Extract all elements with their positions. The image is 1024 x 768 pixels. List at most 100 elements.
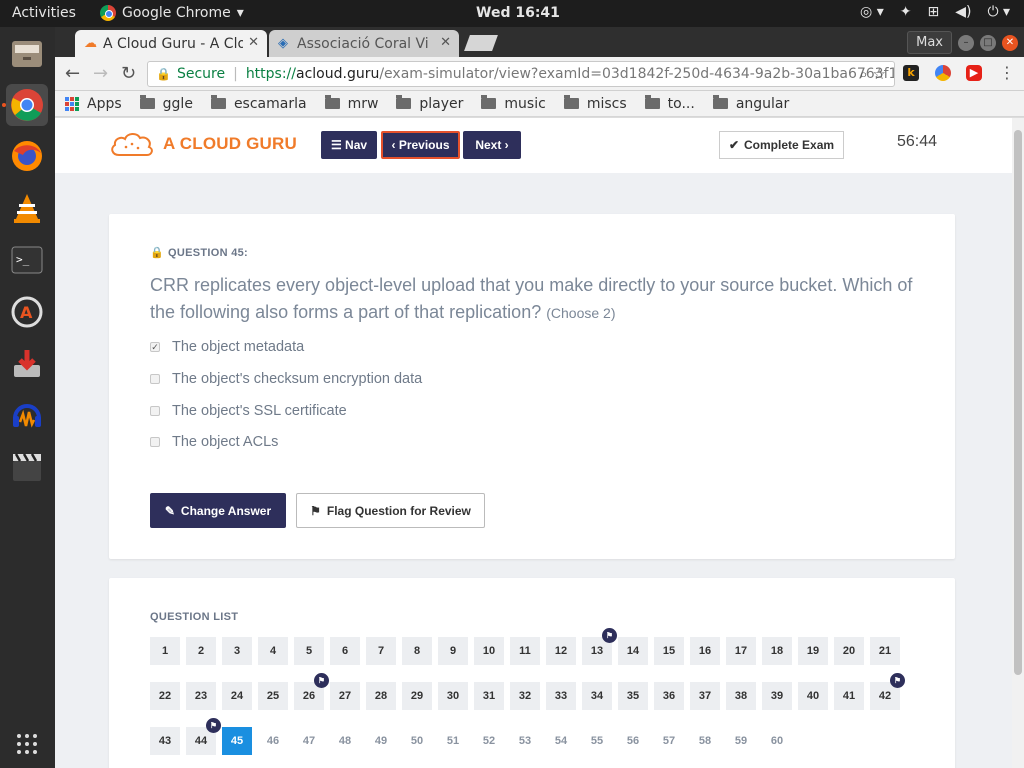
checkbox[interactable] xyxy=(150,406,160,416)
question-number-20[interactable]: 20 xyxy=(834,637,864,665)
software-updater-icon[interactable]: A xyxy=(6,291,48,333)
checkbox-checked[interactable]: ✓ xyxy=(150,342,160,352)
terminal-icon[interactable]: >_ xyxy=(6,239,48,281)
checkbox[interactable] xyxy=(150,437,160,447)
question-number-51[interactable]: 51 xyxy=(438,727,468,755)
firefox-icon[interactable] xyxy=(6,135,48,177)
close-tab-icon[interactable]: ✕ xyxy=(248,35,259,50)
question-number-3[interactable]: 3 xyxy=(222,637,252,665)
audacity-icon[interactable] xyxy=(6,394,48,436)
menu-dots-icon[interactable]: ⋮ xyxy=(999,63,1015,82)
vlc-icon[interactable] xyxy=(6,187,48,229)
download-manager-icon[interactable] xyxy=(6,343,48,385)
scrollbar-thumb[interactable] xyxy=(1014,130,1022,675)
question-number-50[interactable]: 50 xyxy=(402,727,432,755)
files-icon[interactable] xyxy=(6,33,48,75)
question-number-39[interactable]: 39 xyxy=(762,682,792,710)
question-number-40[interactable]: 40 xyxy=(798,682,828,710)
question-number-2[interactable]: 2 xyxy=(186,637,216,665)
back-arrow-icon[interactable]: ← xyxy=(65,63,80,84)
next-button[interactable]: Next › xyxy=(463,131,521,159)
extension-color-icon[interactable] xyxy=(935,65,951,81)
question-number-13[interactable]: 13 ⚑ xyxy=(582,628,617,665)
question-number-27[interactable]: 27 xyxy=(330,682,360,710)
chrome-dock-icon[interactable] xyxy=(6,84,48,126)
question-number-1[interactable]: 1 xyxy=(150,637,180,665)
question-number-58[interactable]: 58 xyxy=(690,727,720,755)
tab-coral[interactable]: ◈ Associació Coral Vi ✕ xyxy=(269,30,459,57)
question-number-46[interactable]: 46 xyxy=(258,727,288,755)
question-number-45[interactable]: 45 xyxy=(222,727,252,755)
question-number-52[interactable]: 52 xyxy=(474,727,504,755)
bookmark-folder[interactable]: music xyxy=(481,95,546,112)
question-number-34[interactable]: 34 xyxy=(582,682,612,710)
question-number-24[interactable]: 24 xyxy=(222,682,252,710)
activities-button[interactable]: Activities xyxy=(12,5,76,21)
question-number-14[interactable]: 14 xyxy=(618,637,648,665)
maximize-icon[interactable]: □ xyxy=(980,34,996,51)
app-menu[interactable]: Google Chrome ▾ xyxy=(100,5,244,21)
question-number-41[interactable]: 41 xyxy=(834,682,864,710)
page-scrollbar[interactable] xyxy=(1012,118,1024,768)
bookmark-folder[interactable]: mrw xyxy=(324,95,378,112)
bookmark-folder[interactable]: escamarla xyxy=(210,95,307,112)
question-number-60[interactable]: 60 xyxy=(762,727,792,755)
bookmark-folder[interactable]: miscs xyxy=(563,95,627,112)
zoom-star-icons[interactable]: ⌕ ☆ xyxy=(859,65,886,83)
network-icon[interactable]: ⊞ xyxy=(927,4,939,20)
bookmark-folder[interactable]: to... xyxy=(644,95,695,112)
address-bar[interactable]: 🔒 Secure | https:// acloud.guru /exam-si… xyxy=(147,61,895,87)
profile-label[interactable]: Max xyxy=(907,31,952,54)
change-answer-button[interactable]: ✎ Change Answer xyxy=(150,493,286,528)
question-number-17[interactable]: 17 xyxy=(726,637,756,665)
forward-arrow-icon[interactable]: → xyxy=(93,63,108,84)
question-number-15[interactable]: 15 xyxy=(654,637,684,665)
minimize-icon[interactable]: – xyxy=(958,34,974,51)
question-number-26[interactable]: 26 ⚑ xyxy=(294,673,329,710)
question-number-43[interactable]: 43 xyxy=(150,727,180,755)
question-number-5[interactable]: 5 xyxy=(294,637,324,665)
answer-option[interactable]: The object's SSL certificate xyxy=(150,403,347,419)
answer-option[interactable]: ✓ The object metadata xyxy=(150,339,304,355)
question-number-37[interactable]: 37 xyxy=(690,682,720,710)
bookmark-apps[interactable]: Apps xyxy=(65,96,122,112)
system-tray[interactable]: ◎ ▾ ✦ ⊞ ◀) ⏻ ▾ xyxy=(860,4,1010,20)
clock[interactable]: Wed 16:41 xyxy=(476,5,560,21)
question-number-35[interactable]: 35 xyxy=(618,682,648,710)
question-number-16[interactable]: 16 xyxy=(690,637,720,665)
question-number-21[interactable]: 21 xyxy=(870,637,900,665)
question-number-33[interactable]: 33 xyxy=(546,682,576,710)
answer-option[interactable]: The object ACLs xyxy=(150,434,278,450)
question-number-31[interactable]: 31 xyxy=(474,682,504,710)
question-number-56[interactable]: 56 xyxy=(618,727,648,755)
logo[interactable]: A CLOUD GURU xyxy=(109,131,297,157)
previous-button[interactable]: ‹ Previous xyxy=(381,131,460,159)
question-number-19[interactable]: 19 xyxy=(798,637,828,665)
question-number-57[interactable]: 57 xyxy=(654,727,684,755)
question-number-11[interactable]: 11 xyxy=(510,637,540,665)
question-number-55[interactable]: 55 xyxy=(582,727,612,755)
nav-button[interactable]: ☰ Nav xyxy=(321,131,377,159)
bookmark-folder[interactable]: player xyxy=(396,95,463,112)
question-number-10[interactable]: 10 xyxy=(474,637,504,665)
new-tab-button[interactable] xyxy=(464,35,498,51)
question-number-9[interactable]: 9 xyxy=(438,637,468,665)
question-number-23[interactable]: 23 xyxy=(186,682,216,710)
close-window-icon[interactable]: ✕ xyxy=(1002,34,1018,51)
question-number-18[interactable]: 18 xyxy=(762,637,792,665)
flag-question-button[interactable]: ⚑ Flag Question for Review xyxy=(296,493,485,528)
extension-youtube-icon[interactable]: ▶ xyxy=(966,65,982,81)
answer-option[interactable]: The object's checksum encryption data xyxy=(150,371,422,387)
bookmark-folder[interactable]: angular xyxy=(712,95,789,112)
extension-k-icon[interactable]: k xyxy=(903,65,919,81)
dropbox-icon[interactable]: ✦ xyxy=(900,4,912,20)
tab-acloudguru[interactable]: ☁ A Cloud Guru - A Cloud Guru ✕ xyxy=(75,30,267,57)
question-number-53[interactable]: 53 xyxy=(510,727,540,755)
question-number-42[interactable]: 42 ⚑ xyxy=(870,673,905,710)
bookmark-folder[interactable]: ggle xyxy=(139,95,193,112)
volume-icon[interactable]: ◀) xyxy=(955,4,971,20)
question-number-8[interactable]: 8 xyxy=(402,637,432,665)
question-number-6[interactable]: 6 xyxy=(330,637,360,665)
reload-icon[interactable]: ↻ xyxy=(121,63,136,84)
question-number-44[interactable]: 44 ⚑ xyxy=(186,718,221,755)
